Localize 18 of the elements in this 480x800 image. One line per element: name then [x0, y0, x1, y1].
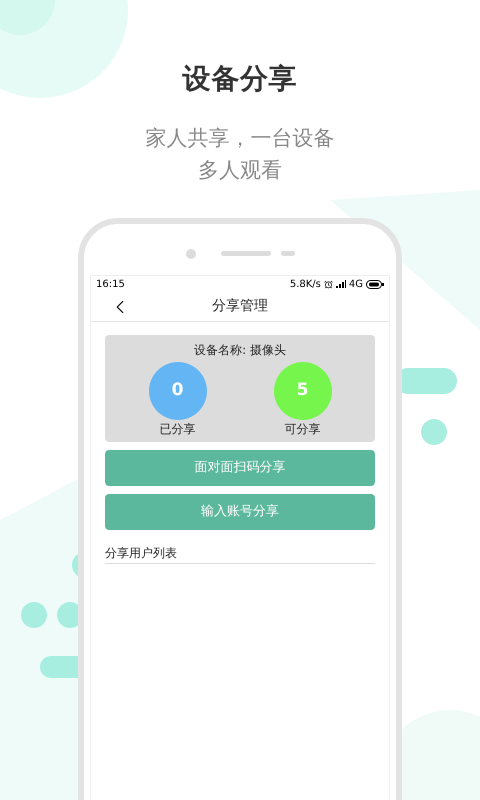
decor-dot [421, 419, 447, 445]
signal-icon [336, 280, 346, 288]
battery-icon [366, 280, 384, 288]
alarm-icon [324, 280, 333, 288]
network-type: 4G [348, 278, 363, 292]
status-time: 16:15 [96, 278, 125, 292]
device-name: 设备名称: 摄像头 [194, 342, 286, 359]
promo-subtitle: 多人观看 [198, 157, 282, 184]
promo-subtitle: 家人共享，一台设备 [146, 125, 334, 152]
list-title: 分享用户列表 [105, 544, 375, 564]
network-speed: 5.8K/s [290, 278, 321, 292]
count-label: 已分享 [160, 421, 196, 438]
share-button[interactable]: 输入账号分享 [105, 494, 375, 530]
promo-title: 设备分享 [182, 61, 298, 97]
share-button[interactable]: 面对面扫码分享 [105, 450, 375, 486]
page-title: 分享管理 [212, 297, 268, 316]
decor-dot [21, 602, 47, 628]
count-label: 可分享 [284, 421, 320, 438]
